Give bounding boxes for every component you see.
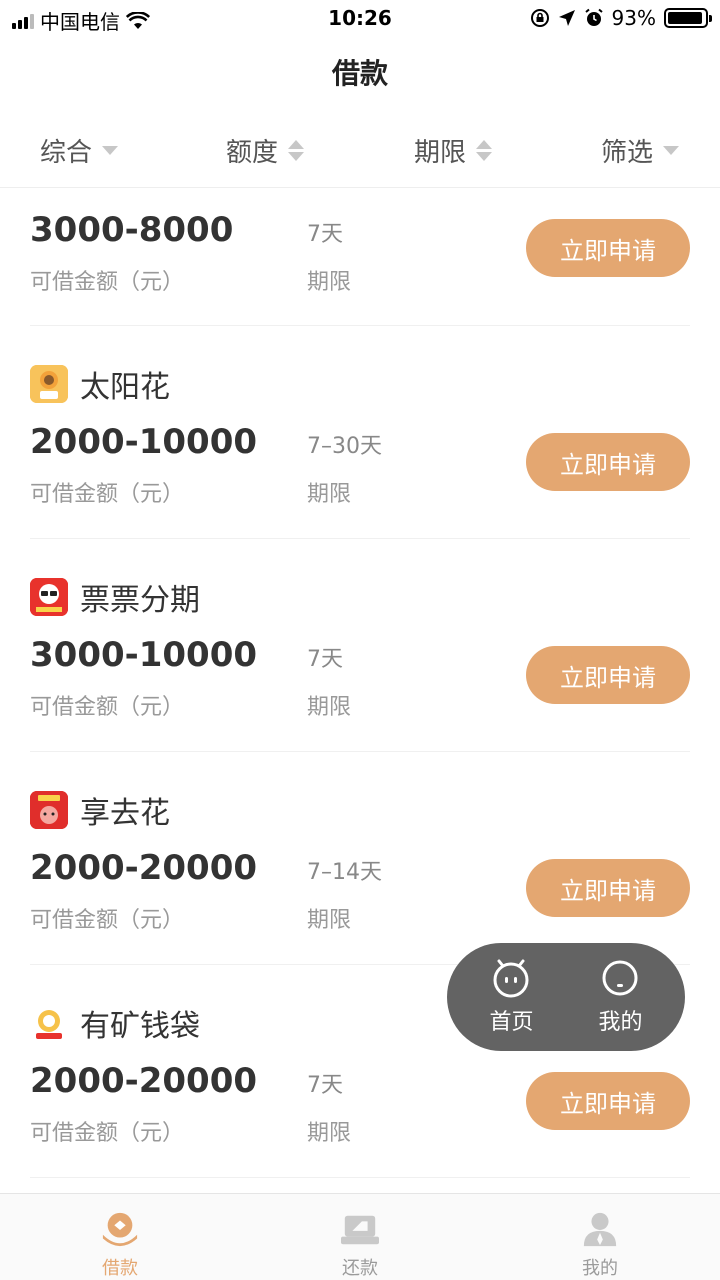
loan-term: 7天 bbox=[307, 222, 343, 247]
status-bar: 中国电信 10:26 93% bbox=[0, 0, 720, 38]
loan-item[interactable]: 3000-8000 可借金额（元） 7天 期限 立即申请 bbox=[30, 188, 690, 326]
apply-button[interactable]: 立即申请 bbox=[526, 646, 690, 704]
tab-label: 借款 bbox=[102, 1258, 138, 1279]
youkuang-logo-icon bbox=[30, 1004, 68, 1042]
filter-label: 筛选 bbox=[601, 137, 654, 168]
loan-term: 7天 bbox=[307, 1073, 343, 1098]
filter-label: 期限 bbox=[414, 137, 467, 168]
status-right: 93% bbox=[530, 6, 712, 30]
filter-screen[interactable]: 筛选 bbox=[601, 112, 680, 188]
loan-item[interactable]: 票票分期 3000-10000 可借金额（元） 7天 期限 立即申请 bbox=[30, 539, 690, 752]
page-title: 借款 bbox=[331, 57, 388, 90]
tab-loan[interactable]: 借款 bbox=[0, 1194, 240, 1280]
loan-term-label: 期限 bbox=[307, 1121, 352, 1146]
tab-repay[interactable]: 还款 bbox=[240, 1194, 480, 1280]
floating-home-button[interactable]: 首页 bbox=[489, 958, 534, 1036]
loan-item[interactable]: 享去花 2000-20000 可借金额（元） 7–14天 期限 立即申请 bbox=[30, 752, 690, 965]
bottom-tab-bar: 借款 还款 我的 bbox=[0, 1193, 720, 1280]
loan-term-label: 期限 bbox=[307, 270, 352, 295]
user-icon bbox=[583, 1212, 617, 1247]
loan-brand-name: 享去花 bbox=[80, 796, 170, 831]
loan-amount: 3000-8000 bbox=[30, 210, 234, 250]
loan-amount-label: 可借金额（元） bbox=[30, 695, 185, 720]
repay-icon bbox=[341, 1215, 379, 1245]
sort-icon bbox=[288, 139, 305, 161]
loan-brand-name: 票票分期 bbox=[80, 583, 200, 618]
chevron-down-icon bbox=[663, 145, 680, 155]
rotation-lock-icon bbox=[530, 9, 549, 27]
loan-brand: 太阳花 bbox=[30, 362, 170, 406]
filter-amount[interactable]: 额度 bbox=[226, 112, 305, 188]
loan-term: 7–30天 bbox=[307, 434, 382, 459]
floating-nav: 首页 我的 bbox=[447, 943, 685, 1051]
loan-term: 7–14天 bbox=[307, 860, 382, 885]
loan-amount: 3000-10000 bbox=[30, 635, 258, 675]
loan-amount-label: 可借金额（元） bbox=[30, 1121, 185, 1146]
loan-icon bbox=[102, 1212, 138, 1247]
loan-amount-label: 可借金额（元） bbox=[30, 908, 185, 933]
loan-amount-label: 可借金额（元） bbox=[30, 482, 185, 507]
loan-term-label: 期限 bbox=[307, 908, 352, 933]
loan-amount: 2000-10000 bbox=[30, 422, 258, 462]
floating-mine-button[interactable]: 我的 bbox=[598, 958, 643, 1036]
apply-button[interactable]: 立即申请 bbox=[526, 859, 690, 917]
loan-amount-label: 可借金额（元） bbox=[30, 270, 185, 295]
alarm-icon bbox=[584, 8, 603, 26]
loan-term-label: 期限 bbox=[307, 695, 352, 720]
loan-item[interactable]: 太阳花 2000-10000 可借金额（元） 7–30天 期限 立即申请 bbox=[30, 326, 690, 539]
apply-button[interactable]: 立即申请 bbox=[526, 433, 690, 491]
nav-header: 借款 bbox=[0, 38, 720, 110]
apply-button[interactable]: 立即申请 bbox=[526, 219, 690, 277]
floating-home-label: 首页 bbox=[489, 1010, 534, 1035]
tab-label: 我的 bbox=[582, 1258, 618, 1279]
loan-brand: 票票分期 bbox=[30, 575, 200, 619]
loan-brand: 有矿钱袋 bbox=[30, 1001, 200, 1045]
loan-brand: 享去花 bbox=[30, 788, 170, 832]
tab-mine[interactable]: 我的 bbox=[480, 1194, 720, 1280]
battery-percent: 93% bbox=[611, 6, 656, 30]
loan-term-label: 期限 bbox=[307, 482, 352, 507]
loan-term: 7天 bbox=[307, 647, 343, 672]
filter-bar: 综合 额度 期限 筛选 bbox=[0, 112, 720, 188]
home-face-icon bbox=[493, 959, 529, 998]
filter-comprehensive[interactable]: 综合 bbox=[40, 112, 119, 188]
chevron-down-icon bbox=[102, 145, 119, 155]
sunflower-logo-icon bbox=[30, 365, 68, 403]
battery-icon bbox=[664, 8, 712, 28]
filter-term[interactable]: 期限 bbox=[414, 112, 493, 188]
filter-label: 额度 bbox=[226, 137, 279, 168]
apply-button[interactable]: 立即申请 bbox=[526, 1072, 690, 1130]
profile-face-icon bbox=[602, 960, 638, 996]
loan-amount: 2000-20000 bbox=[30, 1061, 258, 1101]
location-icon bbox=[558, 10, 575, 26]
loan-amount: 2000-20000 bbox=[30, 848, 258, 888]
xiangquhua-logo-icon bbox=[30, 791, 68, 829]
sort-icon bbox=[476, 139, 493, 161]
piaopiao-logo-icon bbox=[30, 578, 68, 616]
filter-label: 综合 bbox=[40, 137, 93, 168]
loan-brand-name: 太阳花 bbox=[80, 370, 170, 405]
floating-mine-label: 我的 bbox=[598, 1010, 643, 1035]
tab-label: 还款 bbox=[342, 1258, 378, 1279]
loan-brand-name: 有矿钱袋 bbox=[80, 1009, 200, 1044]
